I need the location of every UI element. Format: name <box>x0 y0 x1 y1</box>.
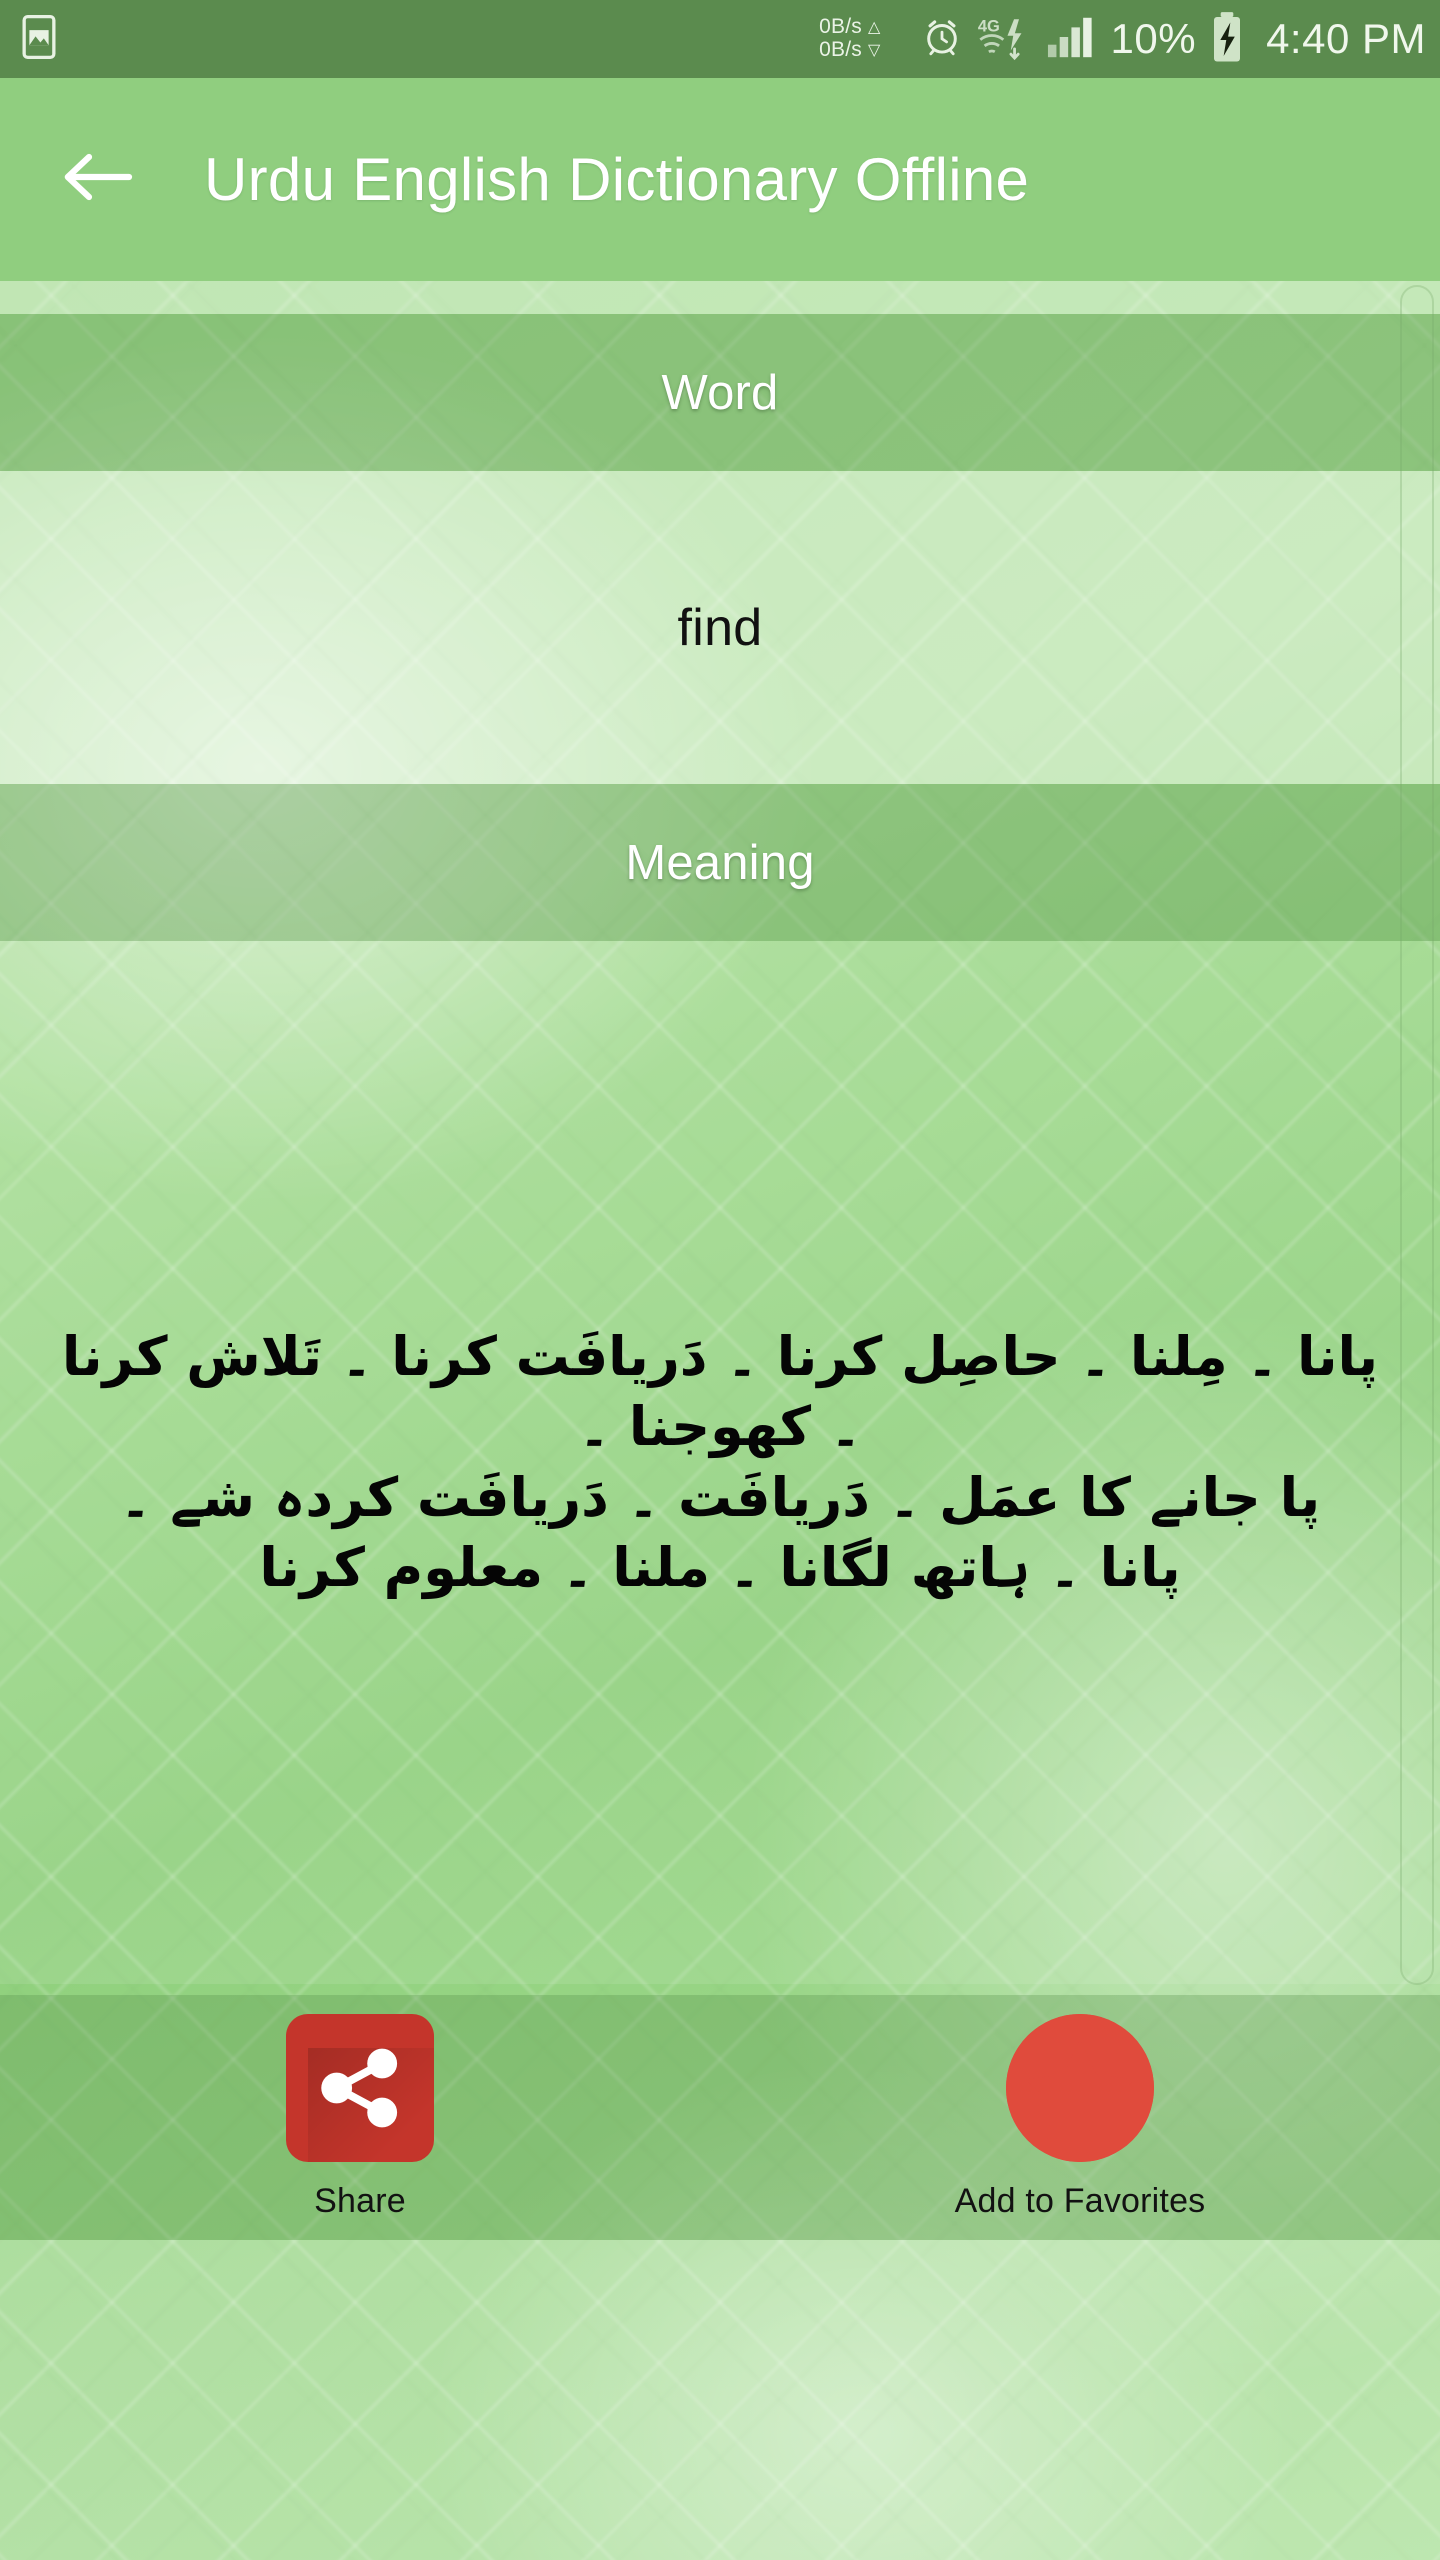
share-icon <box>286 2014 434 2162</box>
detail-scroll-card[interactable]: Word find Meaning پانا ۔ مِلنا ۔ حاصِل ک… <box>0 281 1440 1995</box>
footer-empty-area <box>0 2240 1440 2560</box>
share-button[interactable]: Share <box>0 2014 720 2221</box>
svg-text:4G: 4G <box>977 18 999 36</box>
status-bar: 0B/s △ 0B/s ▽ 4G 10% 4:40 PM <box>0 0 1440 78</box>
add-to-favorites-button[interactable]: Add to Favorites <box>720 2014 1440 2221</box>
alarm-clock-icon <box>921 16 963 63</box>
word-header-label: Word <box>661 365 779 420</box>
meaning-value-pane[interactable]: پانا ۔ مِلنا ۔ حاصِل کرنا ۔ دَریافَت کرن… <box>0 941 1440 1984</box>
app-bar: Urdu English Dictionary Offline <box>0 78 1440 281</box>
download-triangle-icon: ▽ <box>868 41 881 59</box>
page-title: Urdu English Dictionary Offline <box>204 146 1030 213</box>
network-download-rate: 0B/s <box>819 38 862 61</box>
clock-time-label: 4:40 PM <box>1266 15 1426 62</box>
app-screen: 0B/s △ 0B/s ▽ 4G 10% 4:40 PM Urdu Englis… <box>0 0 1440 2560</box>
battery-percent-label: 10% <box>1110 15 1197 62</box>
mobile-data-4g-icon: 4G <box>977 15 1033 63</box>
word-section-header: Word <box>0 314 1440 471</box>
share-label: Share <box>314 2182 406 2220</box>
gallery-icon <box>22 14 56 64</box>
arrow-left-icon <box>61 150 133 209</box>
star-icon <box>1006 2014 1154 2162</box>
network-upload-rate: 0B/s <box>819 15 862 39</box>
meaning-urdu-text: پانا ۔ مِلنا ۔ حاصِل کرنا ۔ دَریافَت کرن… <box>61 1325 1379 1599</box>
network-speed-indicator: 0B/s △ 0B/s ▽ <box>819 16 880 61</box>
action-bar: Share Add to Favorites <box>0 1995 1440 2240</box>
signal-bars-icon <box>1047 15 1097 64</box>
word-value-label: find <box>677 598 763 657</box>
meaning-section-header: Meaning <box>0 784 1440 941</box>
word-value-pane[interactable]: find <box>0 471 1440 784</box>
card-top-gap <box>0 281 1440 314</box>
status-bar-left <box>22 14 56 64</box>
meaning-header-label: Meaning <box>625 835 815 890</box>
status-bar-right: 4G 10% 4:40 PM <box>921 11 1426 68</box>
upload-triangle-icon: △ <box>868 19 881 37</box>
back-button[interactable] <box>54 137 140 223</box>
battery-charging-icon <box>1210 11 1244 68</box>
favorite-label: Add to Favorites <box>954 2182 1206 2220</box>
